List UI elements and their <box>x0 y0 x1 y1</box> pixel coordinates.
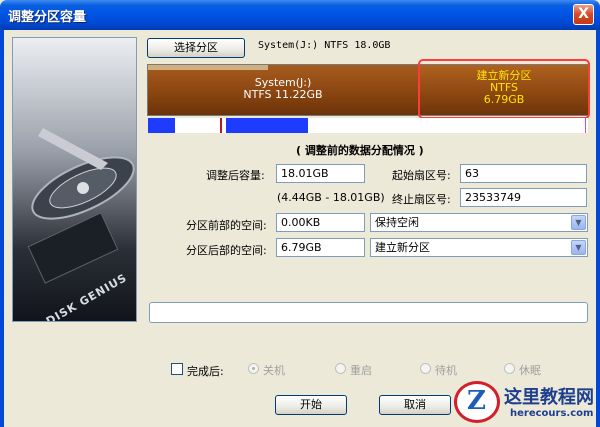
close-icon: X <box>578 6 589 22</box>
segment-fs: NTFS <box>243 88 272 101</box>
before-space-option: 保持空闲 <box>375 216 419 229</box>
data-block <box>226 118 308 133</box>
segment-fs-size: NTFS 11.22GB <box>148 89 418 101</box>
after-completion-label: 完成后: <box>187 365 224 378</box>
start-button[interactable]: 开始 <box>275 395 347 415</box>
new-size-input[interactable]: 18.01GB <box>276 164 365 183</box>
watermark-url: herecours.com <box>510 408 594 419</box>
radio-label: 待机 <box>435 364 457 377</box>
end-sector-input[interactable]: 23533749 <box>460 188 587 207</box>
select-partition-label: 选择分区 <box>174 41 218 54</box>
before-space-value: 0.00KB <box>281 216 321 229</box>
before-space-label: 分区前部的空间: <box>186 219 267 232</box>
progress-bar <box>149 302 588 323</box>
end-sector-label: 终止扇区号: <box>392 193 451 206</box>
chevron-down-icon[interactable]: ▼ <box>571 215 586 230</box>
start-label: 开始 <box>300 398 322 411</box>
partition-segment-system[interactable]: System(J:) NTFS 11.22GB <box>148 65 418 115</box>
radio-label: 关机 <box>263 364 285 377</box>
site-watermark: Z 这里教程网 herecours.com <box>452 377 600 427</box>
disk-genius-banner: DISK GENIUS <box>12 37 137 322</box>
data-distribution-map <box>148 118 588 133</box>
chevron-down-icon[interactable]: ▼ <box>571 240 586 255</box>
watermark-logo-letter: Z <box>467 386 486 416</box>
used-space-indicator <box>148 65 268 70</box>
end-sector-value: 23533749 <box>465 191 521 204</box>
end-marker <box>585 118 586 133</box>
new-size-label: 调整后容量: <box>206 169 265 182</box>
watermark-title: 这里教程网 <box>504 387 594 408</box>
start-sector-label: 起始扇区号: <box>392 169 451 182</box>
radio-dot[interactable] <box>420 363 431 374</box>
close-button[interactable]: X <box>573 4 594 25</box>
data-block <box>148 118 175 133</box>
start-sector-value: 63 <box>465 167 479 180</box>
radio-label: 休眠 <box>519 364 541 377</box>
radio-dot[interactable] <box>504 363 515 374</box>
select-partition-button[interactable]: 选择分区 <box>147 38 245 58</box>
window-title: 调整分区容量 <box>8 10 87 25</box>
after-space-value: 6.79GB <box>281 241 322 254</box>
start-sector-input[interactable]: 63 <box>460 164 587 183</box>
after-space-label: 分区后部的空间: <box>186 244 267 257</box>
boundary-marker <box>220 118 222 133</box>
before-space-input[interactable]: 0.00KB <box>276 213 365 232</box>
window-frame-left <box>0 30 4 427</box>
after-completion-checkbox[interactable] <box>171 363 183 375</box>
after-space-select[interactable]: 建立新分区 ▼ <box>370 238 588 257</box>
segment-size: 11.22GB <box>275 88 323 101</box>
highlight-box <box>418 59 590 119</box>
radio-label: 重启 <box>350 364 372 377</box>
new-size-value: 18.01GB <box>281 167 329 180</box>
size-range: (4.44GB - 18.01GB) <box>277 191 385 204</box>
cancel-button[interactable]: 取消 <box>379 395 451 415</box>
after-space-input[interactable]: 6.79GB <box>276 238 365 257</box>
radio-dot[interactable] <box>335 363 346 374</box>
after-space-option: 建立新分区 <box>375 241 430 254</box>
title-bar: 调整分区容量 X <box>0 0 600 30</box>
radio-dot[interactable] <box>248 363 259 374</box>
cancel-label: 取消 <box>404 398 426 411</box>
before-space-select[interactable]: 保持空闲 ▼ <box>370 213 588 232</box>
partition-info: System(J:) NTFS 18.0GB <box>258 40 391 51</box>
section-title: ( 调整前的数据分配情况 ) <box>296 144 424 157</box>
watermark-logo: Z <box>454 381 500 423</box>
window-frame-right <box>596 30 600 427</box>
